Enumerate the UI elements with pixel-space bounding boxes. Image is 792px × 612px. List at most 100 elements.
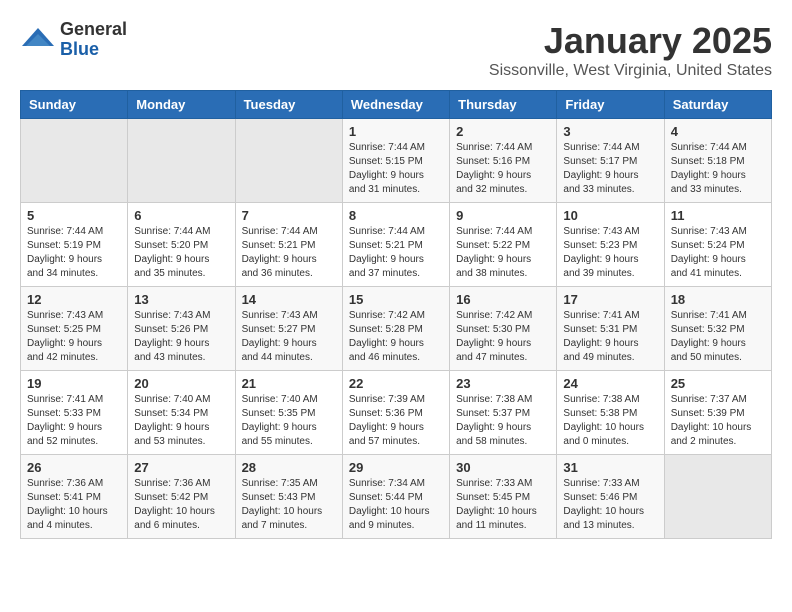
calendar-day-cell: 2 Sunrise: 7:44 AM Sunset: 5:16 PM Daylig… xyxy=(450,119,557,203)
calendar-day-cell: 3Sunrise: 7:44 AM Sunset: 5:17 PM Daylig… xyxy=(557,119,664,203)
day-number: 22 xyxy=(349,376,443,391)
day-info: Sunrise: 7:36 AM Sunset: 5:41 PM Dayligh… xyxy=(27,477,121,533)
calendar-day-cell: 7Sunrise: 7:44 AM Sunset: 5:21 PM Daylig… xyxy=(235,203,342,287)
day-info: Sunrise: 7:43 AM Sunset: 5:26 PM Dayligh… xyxy=(134,309,228,365)
calendar-body: 1 Sunrise: 7:44 AM Sunset: 5:15 PM Daylig… xyxy=(21,119,772,539)
day-number: 25 xyxy=(671,376,765,391)
day-info: Sunrise: 7:37 AM Sunset: 5:39 PM Dayligh… xyxy=(671,393,765,449)
day-number: 1 xyxy=(349,124,443,139)
title-section: January 2025 Sissonville, West Virginia,… xyxy=(489,20,772,80)
day-info: Sunrise: 7:44 AM Sunset: 5:21 PM Dayligh… xyxy=(349,225,443,281)
day-number: 21 xyxy=(242,376,336,391)
calendar-day-cell: 24Sunrise: 7:38 AM Sunset: 5:38 PM Dayli… xyxy=(557,371,664,455)
day-number: 30 xyxy=(456,460,550,475)
calendar-week-row: 26 Sunrise: 7:36 AM Sunset: 5:41 PM Dayli… xyxy=(21,455,772,539)
day-number: 17 xyxy=(563,292,657,307)
weekday-header-cell: Sunday xyxy=(21,91,128,119)
calendar-day-cell: 10 Sunrise: 7:43 AM Sunset: 5:23 PM Dayli… xyxy=(557,203,664,287)
calendar-day-cell: 16 Sunrise: 7:42 AM Sunset: 5:30 PM Dayli… xyxy=(450,287,557,371)
day-number: 20 xyxy=(134,376,228,391)
day-info: Sunrise: 7:44 AM Sunset: 5:15 PM Dayligh… xyxy=(349,141,443,197)
calendar-day-cell: 14 Sunrise: 7:43 AM Sunset: 5:27 PM Dayli… xyxy=(235,287,342,371)
weekday-header-cell: Tuesday xyxy=(235,91,342,119)
day-number: 14 xyxy=(242,292,336,307)
day-info: Sunrise: 7:44 AM Sunset: 5:17 PM Dayligh… xyxy=(563,141,657,197)
day-number: 29 xyxy=(349,460,443,475)
calendar-day-cell: 15 Sunrise: 7:42 AM Sunset: 5:28 PM Dayli… xyxy=(342,287,449,371)
calendar-day-cell: 26 Sunrise: 7:36 AM Sunset: 5:41 PM Dayli… xyxy=(21,455,128,539)
day-number: 31 xyxy=(563,460,657,475)
calendar-day-cell: 8 Sunrise: 7:44 AM Sunset: 5:21 PM Daylig… xyxy=(342,203,449,287)
calendar-day-cell: 1 Sunrise: 7:44 AM Sunset: 5:15 PM Daylig… xyxy=(342,119,449,203)
calendar-day-cell: 30 Sunrise: 7:33 AM Sunset: 5:45 PM Dayli… xyxy=(450,455,557,539)
day-info: Sunrise: 7:42 AM Sunset: 5:28 PM Dayligh… xyxy=(349,309,443,365)
calendar-day-cell: 4Sunrise: 7:44 AM Sunset: 5:18 PM Daylig… xyxy=(664,119,771,203)
day-number: 26 xyxy=(27,460,121,475)
day-info: Sunrise: 7:44 AM Sunset: 5:16 PM Dayligh… xyxy=(456,141,550,197)
weekday-header-cell: Wednesday xyxy=(342,91,449,119)
calendar-day-cell: 12 Sunrise: 7:43 AM Sunset: 5:25 PM Dayli… xyxy=(21,287,128,371)
calendar-day-cell: 29 Sunrise: 7:34 AM Sunset: 5:44 PM Dayli… xyxy=(342,455,449,539)
day-info: Sunrise: 7:39 AM Sunset: 5:36 PM Dayligh… xyxy=(349,393,443,449)
calendar-subtitle: Sissonville, West Virginia, United State… xyxy=(489,62,772,80)
day-number: 8 xyxy=(349,208,443,223)
day-number: 28 xyxy=(242,460,336,475)
calendar-day-cell xyxy=(235,119,342,203)
day-number: 11 xyxy=(671,208,765,223)
day-info: Sunrise: 7:43 AM Sunset: 5:24 PM Dayligh… xyxy=(671,225,765,281)
calendar-day-cell: 22 Sunrise: 7:39 AM Sunset: 5:36 PM Dayli… xyxy=(342,371,449,455)
day-info: Sunrise: 7:33 AM Sunset: 5:45 PM Dayligh… xyxy=(456,477,550,533)
weekday-header-cell: Thursday xyxy=(450,91,557,119)
day-info: Sunrise: 7:43 AM Sunset: 5:25 PM Dayligh… xyxy=(27,309,121,365)
day-number: 6 xyxy=(134,208,228,223)
day-info: Sunrise: 7:43 AM Sunset: 5:27 PM Dayligh… xyxy=(242,309,336,365)
day-number: 16 xyxy=(456,292,550,307)
calendar-day-cell: 5Sunrise: 7:44 AM Sunset: 5:19 PM Daylig… xyxy=(21,203,128,287)
calendar-day-cell: 28Sunrise: 7:35 AM Sunset: 5:43 PM Dayli… xyxy=(235,455,342,539)
header: General Blue January 2025 Sissonville, W… xyxy=(20,20,772,80)
day-number: 15 xyxy=(349,292,443,307)
calendar-week-row: 1 Sunrise: 7:44 AM Sunset: 5:15 PM Daylig… xyxy=(21,119,772,203)
weekday-header-cell: Saturday xyxy=(664,91,771,119)
calendar-day-cell xyxy=(128,119,235,203)
day-info: Sunrise: 7:43 AM Sunset: 5:23 PM Dayligh… xyxy=(563,225,657,281)
day-info: Sunrise: 7:41 AM Sunset: 5:31 PM Dayligh… xyxy=(563,309,657,365)
calendar-day-cell: 31Sunrise: 7:33 AM Sunset: 5:46 PM Dayli… xyxy=(557,455,664,539)
calendar-day-cell: 9 Sunrise: 7:44 AM Sunset: 5:22 PM Daylig… xyxy=(450,203,557,287)
day-info: Sunrise: 7:34 AM Sunset: 5:44 PM Dayligh… xyxy=(349,477,443,533)
calendar-day-cell: 11 Sunrise: 7:43 AM Sunset: 5:24 PM Dayli… xyxy=(664,203,771,287)
day-info: Sunrise: 7:41 AM Sunset: 5:32 PM Dayligh… xyxy=(671,309,765,365)
day-number: 12 xyxy=(27,292,121,307)
calendar-table: SundayMondayTuesdayWednesdayThursdayFrid… xyxy=(20,90,772,539)
day-info: Sunrise: 7:38 AM Sunset: 5:37 PM Dayligh… xyxy=(456,393,550,449)
day-info: Sunrise: 7:44 AM Sunset: 5:22 PM Dayligh… xyxy=(456,225,550,281)
day-info: Sunrise: 7:36 AM Sunset: 5:42 PM Dayligh… xyxy=(134,477,228,533)
day-number: 7 xyxy=(242,208,336,223)
day-info: Sunrise: 7:44 AM Sunset: 5:20 PM Dayligh… xyxy=(134,225,228,281)
day-info: Sunrise: 7:38 AM Sunset: 5:38 PM Dayligh… xyxy=(563,393,657,449)
day-number: 2 xyxy=(456,124,550,139)
calendar-day-cell: 6 Sunrise: 7:44 AM Sunset: 5:20 PM Daylig… xyxy=(128,203,235,287)
day-number: 4 xyxy=(671,124,765,139)
calendar-day-cell: 18 Sunrise: 7:41 AM Sunset: 5:32 PM Dayli… xyxy=(664,287,771,371)
calendar-day-cell xyxy=(664,455,771,539)
weekday-header-row: SundayMondayTuesdayWednesdayThursdayFrid… xyxy=(21,91,772,119)
day-number: 19 xyxy=(27,376,121,391)
day-info: Sunrise: 7:42 AM Sunset: 5:30 PM Dayligh… xyxy=(456,309,550,365)
day-number: 9 xyxy=(456,208,550,223)
calendar-day-cell: 19 Sunrise: 7:41 AM Sunset: 5:33 PM Dayli… xyxy=(21,371,128,455)
day-info: Sunrise: 7:41 AM Sunset: 5:33 PM Dayligh… xyxy=(27,393,121,449)
calendar-day-cell: 25 Sunrise: 7:37 AM Sunset: 5:39 PM Dayli… xyxy=(664,371,771,455)
day-number: 10 xyxy=(563,208,657,223)
day-number: 18 xyxy=(671,292,765,307)
calendar-week-row: 5Sunrise: 7:44 AM Sunset: 5:19 PM Daylig… xyxy=(21,203,772,287)
calendar-day-cell xyxy=(21,119,128,203)
calendar-week-row: 12 Sunrise: 7:43 AM Sunset: 5:25 PM Dayli… xyxy=(21,287,772,371)
calendar-title: January 2025 xyxy=(489,20,772,62)
calendar-day-cell: 17 Sunrise: 7:41 AM Sunset: 5:31 PM Dayli… xyxy=(557,287,664,371)
day-number: 13 xyxy=(134,292,228,307)
day-number: 5 xyxy=(27,208,121,223)
logo: General Blue xyxy=(20,20,127,60)
calendar-day-cell: 21Sunrise: 7:40 AM Sunset: 5:35 PM Dayli… xyxy=(235,371,342,455)
calendar-day-cell: 20Sunrise: 7:40 AM Sunset: 5:34 PM Dayli… xyxy=(128,371,235,455)
